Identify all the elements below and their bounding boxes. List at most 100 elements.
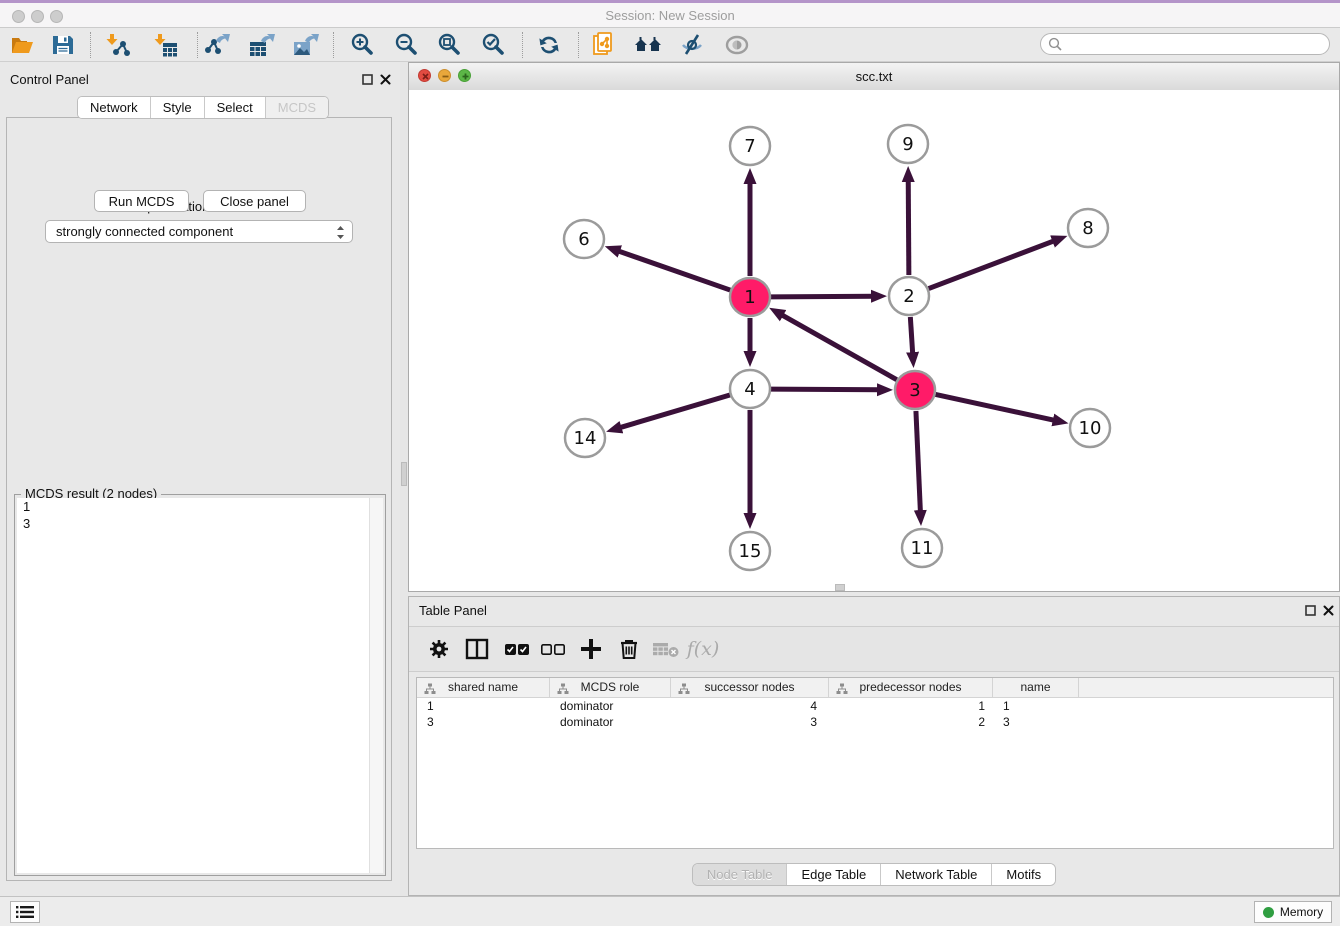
graph-node-6[interactable]: 6 <box>564 220 604 258</box>
sort-hierarchy-icon <box>557 682 569 700</box>
graph-node-7[interactable]: 7 <box>730 127 770 165</box>
close-panel-icon[interactable] <box>378 72 392 86</box>
network-canvas[interactable]: 7 9 6 8 1 2 4 3 14 10 15 11 <box>409 90 1339 591</box>
zoom-selected-icon[interactable] <box>477 30 509 60</box>
table-row[interactable]: 3 dominator 3 2 3 <box>417 714 1333 730</box>
float-panel-icon[interactable] <box>1303 603 1317 617</box>
graph-edge-4-14[interactable] <box>618 395 730 428</box>
optimization-criterion-select[interactable]: strongly connected component <box>45 220 353 243</box>
run-mcds-button[interactable]: Run MCDS <box>94 190 189 212</box>
column-header-name[interactable]: name <box>993 678 1079 697</box>
sort-hierarchy-icon <box>836 682 848 700</box>
close-panel-button[interactable]: Close panel <box>203 190 306 212</box>
split-panel-icon[interactable] <box>461 633 493 665</box>
graph-node-label: 1 <box>744 287 755 308</box>
delete-columns-icon[interactable] <box>613 633 645 665</box>
graph-edge-3-11[interactable] <box>916 411 921 514</box>
tab-node-table[interactable]: Node Table <box>693 864 788 885</box>
graph-edge-2-9[interactable] <box>908 178 909 275</box>
sort-hierarchy-icon <box>424 682 436 700</box>
tab-edge-table[interactable]: Edge Table <box>787 864 881 885</box>
graph-node-15[interactable]: 15 <box>730 532 770 570</box>
clone-network-icon[interactable] <box>589 30 621 60</box>
import-network-icon[interactable] <box>102 30 134 60</box>
node-table[interactable]: shared name MCDS role successor nodes pr… <box>416 677 1334 849</box>
control-panel: Control Panel Network Style Select MCDS … <box>0 62 400 896</box>
column-header-successor-nodes[interactable]: successor nodes <box>671 678 829 697</box>
apply-layout-icon[interactable] <box>533 30 565 60</box>
graph-edge-1-2[interactable] <box>771 296 875 297</box>
export-table-icon[interactable] <box>246 30 278 60</box>
graph-edge-3-1[interactable] <box>780 314 897 380</box>
network-graph[interactable]: 7 9 6 8 1 2 4 3 14 10 15 11 <box>409 90 1339 591</box>
scrollbar-track[interactable] <box>369 498 383 873</box>
main-toolbar <box>0 28 1340 62</box>
search-input[interactable] <box>1067 35 1321 55</box>
save-session-icon[interactable] <box>47 30 79 60</box>
tab-network-table[interactable]: Network Table <box>881 864 992 885</box>
splitter-grip[interactable] <box>401 462 407 486</box>
cell-predecessor-nodes: 1 <box>829 698 993 714</box>
tab-select[interactable]: Select <box>205 97 266 118</box>
graph-edge-3-10[interactable] <box>936 394 1057 420</box>
vertical-splitter[interactable] <box>400 62 408 896</box>
mcds-result-list[interactable]: 1 3 <box>17 498 383 873</box>
deselect-all-rows-icon[interactable] <box>537 633 569 665</box>
show-all-networks-icon[interactable] <box>633 30 665 60</box>
show-log-button[interactable] <box>10 901 40 923</box>
graph-edge-1-6[interactable] <box>616 250 730 290</box>
network-window-titlebar[interactable]: scc.txt <box>409 63 1339 91</box>
control-panel-title: Control Panel <box>10 72 89 87</box>
column-header-shared-name[interactable]: shared name <box>417 678 550 697</box>
list-icon <box>16 905 34 919</box>
cell-shared-name: 3 <box>417 714 550 730</box>
table-row[interactable]: 1 dominator 4 1 1 <box>417 698 1333 714</box>
tab-network[interactable]: Network <box>78 97 151 118</box>
graph-node-1[interactable]: 1 <box>730 278 770 316</box>
titlebar: Session: New Session <box>0 0 1340 28</box>
tab-motifs[interactable]: Motifs <box>992 864 1055 885</box>
graph-node-11[interactable]: 11 <box>902 529 942 567</box>
memory-button[interactable]: Memory <box>1254 901 1332 923</box>
splitter-grip[interactable] <box>835 584 845 591</box>
zoom-in-icon[interactable] <box>346 30 378 60</box>
window-title: Session: New Session <box>0 8 1340 23</box>
graph-edge-2-3[interactable] <box>910 317 912 356</box>
graph-edge-4-3[interactable] <box>771 389 881 390</box>
graph-node-3[interactable]: 3 <box>895 371 935 409</box>
tab-mcds[interactable]: MCDS <box>266 97 328 118</box>
zoom-out-icon[interactable] <box>390 30 422 60</box>
export-network-icon[interactable] <box>202 30 234 60</box>
graph-node-8[interactable]: 8 <box>1068 209 1108 247</box>
zoom-fit-icon[interactable] <box>433 30 465 60</box>
graph-node-4[interactable]: 4 <box>730 370 770 408</box>
tab-style[interactable]: Style <box>151 97 205 118</box>
search-field[interactable] <box>1040 33 1330 55</box>
hide-graphics-details-icon[interactable] <box>676 30 708 60</box>
select-all-rows-icon[interactable] <box>501 633 533 665</box>
graph-edge-2-8[interactable] <box>929 240 1057 288</box>
cell-name: 1 <box>993 698 1079 714</box>
settings-gear-icon[interactable] <box>423 633 455 665</box>
delete-table-icon[interactable] <box>650 633 682 665</box>
graph-node-10[interactable]: 10 <box>1070 409 1110 447</box>
function-builder-icon[interactable]: f(x) <box>687 633 719 665</box>
toolbar-separator <box>197 32 198 58</box>
float-panel-icon[interactable] <box>360 72 374 86</box>
export-image-icon[interactable] <box>290 30 322 60</box>
graph-node-14[interactable]: 14 <box>565 419 605 457</box>
close-panel-icon[interactable] <box>1321 603 1335 617</box>
graph-node-9[interactable]: 9 <box>888 125 928 163</box>
graph-node-label: 2 <box>903 286 914 307</box>
add-column-icon[interactable] <box>575 633 607 665</box>
graph-node-2[interactable]: 2 <box>889 277 929 315</box>
cell-mcds-role: dominator <box>550 698 671 714</box>
import-table-icon[interactable] <box>150 30 182 60</box>
show-graphics-details-icon[interactable] <box>721 30 753 60</box>
memory-status-icon <box>1263 907 1274 918</box>
table-panel: Table Panel <box>408 596 1340 896</box>
column-header-predecessor-nodes[interactable]: predecessor nodes <box>829 678 993 697</box>
open-session-icon[interactable] <box>6 30 38 60</box>
graph-node-label: 14 <box>574 428 597 449</box>
column-header-mcds-role[interactable]: MCDS role <box>550 678 671 697</box>
